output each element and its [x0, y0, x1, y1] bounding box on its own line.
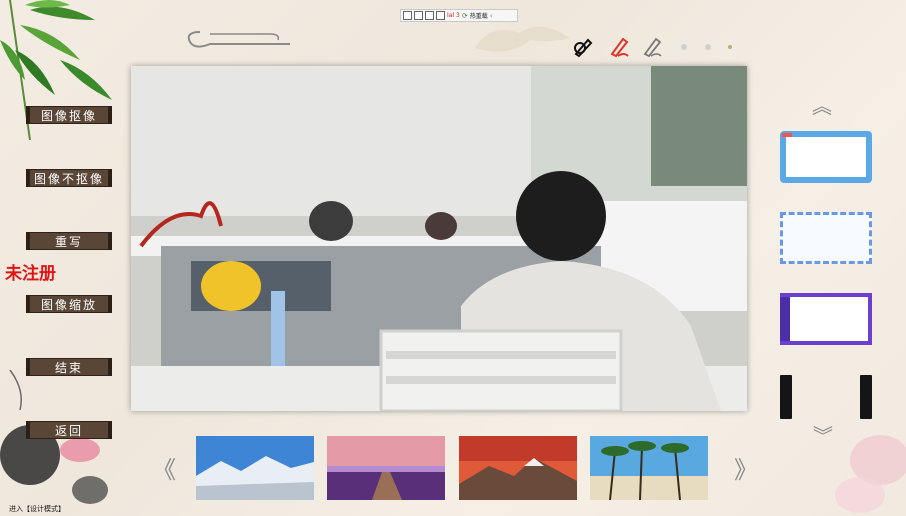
toolbar-red-label: Ial 3	[447, 12, 460, 19]
office-photo	[131, 66, 747, 411]
color-dot-3[interactable]	[728, 45, 732, 49]
color-dot-1[interactable]	[681, 44, 687, 50]
top-toolbar: Ial 3 ⟳ 热重载 ‹	[400, 9, 518, 22]
frame-icon[interactable]	[425, 11, 434, 20]
frame-side-bar	[780, 297, 790, 341]
menu-image-matting[interactable]: 图像抠像	[26, 106, 112, 124]
sunset-peak-image	[459, 436, 577, 500]
status-bar-text: 进入【设计模式】	[9, 505, 65, 513]
palm-beach-image	[590, 436, 708, 500]
prev-page-button[interactable]: 《	[152, 450, 176, 485]
frame-template-3[interactable]	[780, 293, 872, 345]
thumbnail-snow-mountains[interactable]	[196, 436, 314, 500]
hot-reload-button[interactable]: 热重载	[470, 11, 488, 20]
cloud-decoration-2	[475, 26, 570, 52]
highlighter-icon[interactable]	[608, 36, 630, 58]
phone-template-2[interactable]	[860, 375, 872, 419]
menu-back[interactable]: 返回	[26, 421, 112, 439]
layout-icon[interactable]	[436, 11, 445, 20]
pen-icon[interactable]	[572, 36, 594, 58]
scroll-up-button[interactable]: ︽	[812, 90, 832, 119]
flower-decoration	[0, 370, 108, 504]
scroll-down-button[interactable]: ︾	[813, 420, 833, 449]
menu-rewrite[interactable]: 重写	[26, 232, 112, 250]
thumbnail-sunset-peak[interactable]	[459, 436, 577, 500]
unregistered-watermark: 未注册	[5, 264, 56, 284]
collapse-icon[interactable]: ‹	[490, 12, 493, 20]
main-preview-image[interactable]	[131, 66, 747, 411]
refresh-icon[interactable]: ⟳	[462, 12, 468, 20]
color-dot-2[interactable]	[705, 44, 711, 50]
lavender-field-image	[327, 436, 445, 500]
frame-template-1[interactable]	[780, 131, 872, 183]
select-icon[interactable]	[403, 11, 412, 20]
frame-corner-icon	[782, 133, 792, 137]
frame-template-2[interactable]	[780, 212, 872, 264]
pencil-icon[interactable]	[641, 36, 663, 58]
snow-mountains-image	[196, 436, 314, 500]
thumbnail-palm-beach[interactable]	[590, 436, 708, 500]
next-page-button[interactable]: 》	[734, 450, 758, 485]
menu-image-zoom[interactable]: 图像缩放	[26, 295, 112, 313]
cursor-icon[interactable]	[414, 11, 423, 20]
menu-image-no-matting[interactable]: 图像不抠像	[26, 169, 112, 187]
cloud-decoration	[187, 31, 290, 48]
menu-end[interactable]: 结束	[26, 358, 112, 376]
thumbnail-lavender-field[interactable]	[327, 436, 445, 500]
phone-template-1[interactable]	[780, 375, 792, 419]
